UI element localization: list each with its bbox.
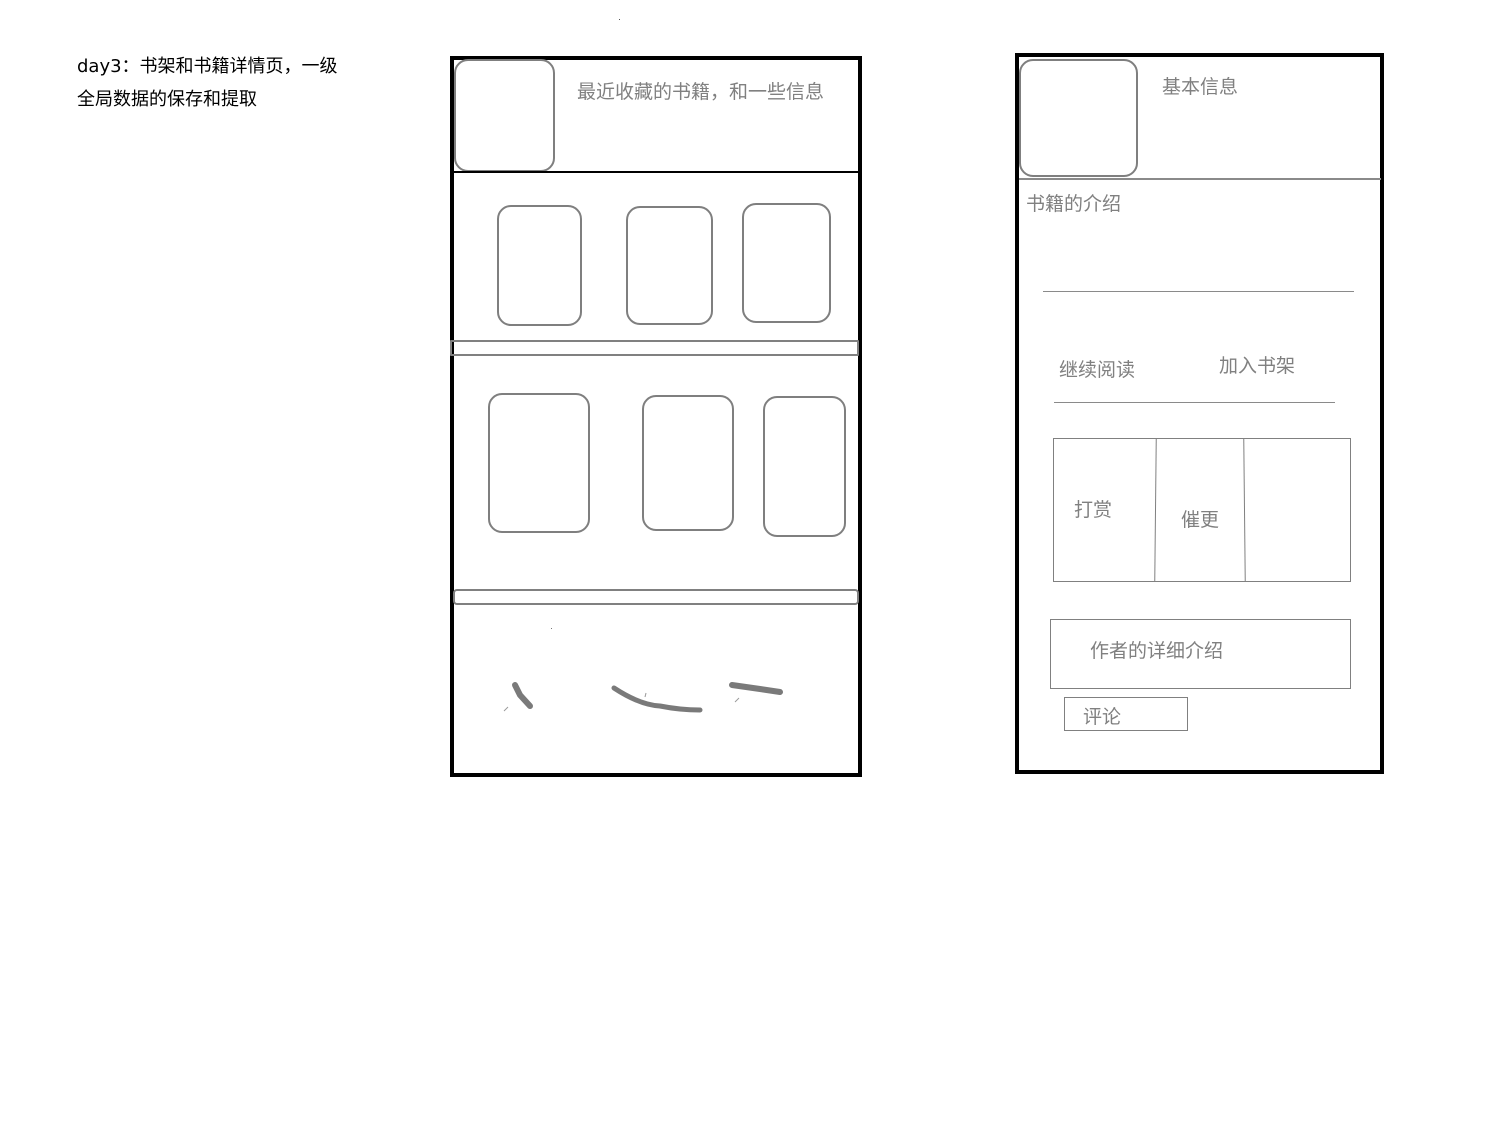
scribble-stroke-1 [512, 682, 533, 709]
reward-button[interactable]: 打赏 [1074, 501, 1112, 520]
scribble-stroke-2 [611, 685, 703, 713]
add-to-shelf-button[interactable]: 加入书架 [1219, 357, 1295, 376]
scribble-stroke-3 [729, 682, 783, 695]
detail-header-divider [1019, 178, 1381, 180]
scribble-tick-3 [644, 692, 647, 698]
scribble-tick-1 [503, 706, 509, 712]
basic-info-label: 基本信息 [1162, 76, 1239, 98]
scribble-tick-2 [734, 697, 740, 703]
book-intro-label: 书籍的介绍 [1026, 193, 1122, 215]
continue-reading-button[interactable]: 继续阅读 [1059, 361, 1135, 380]
urge-update-button[interactable]: 催更 [1181, 511, 1219, 530]
comment-label: 评论 [1083, 706, 1122, 728]
author-intro-label: 作者的详细介绍 [1090, 640, 1224, 662]
detail-book-cover [1019, 59, 1138, 177]
scribble-dot [551, 628, 552, 629]
action-underline [1054, 402, 1335, 403]
intro-underline [1043, 291, 1354, 292]
